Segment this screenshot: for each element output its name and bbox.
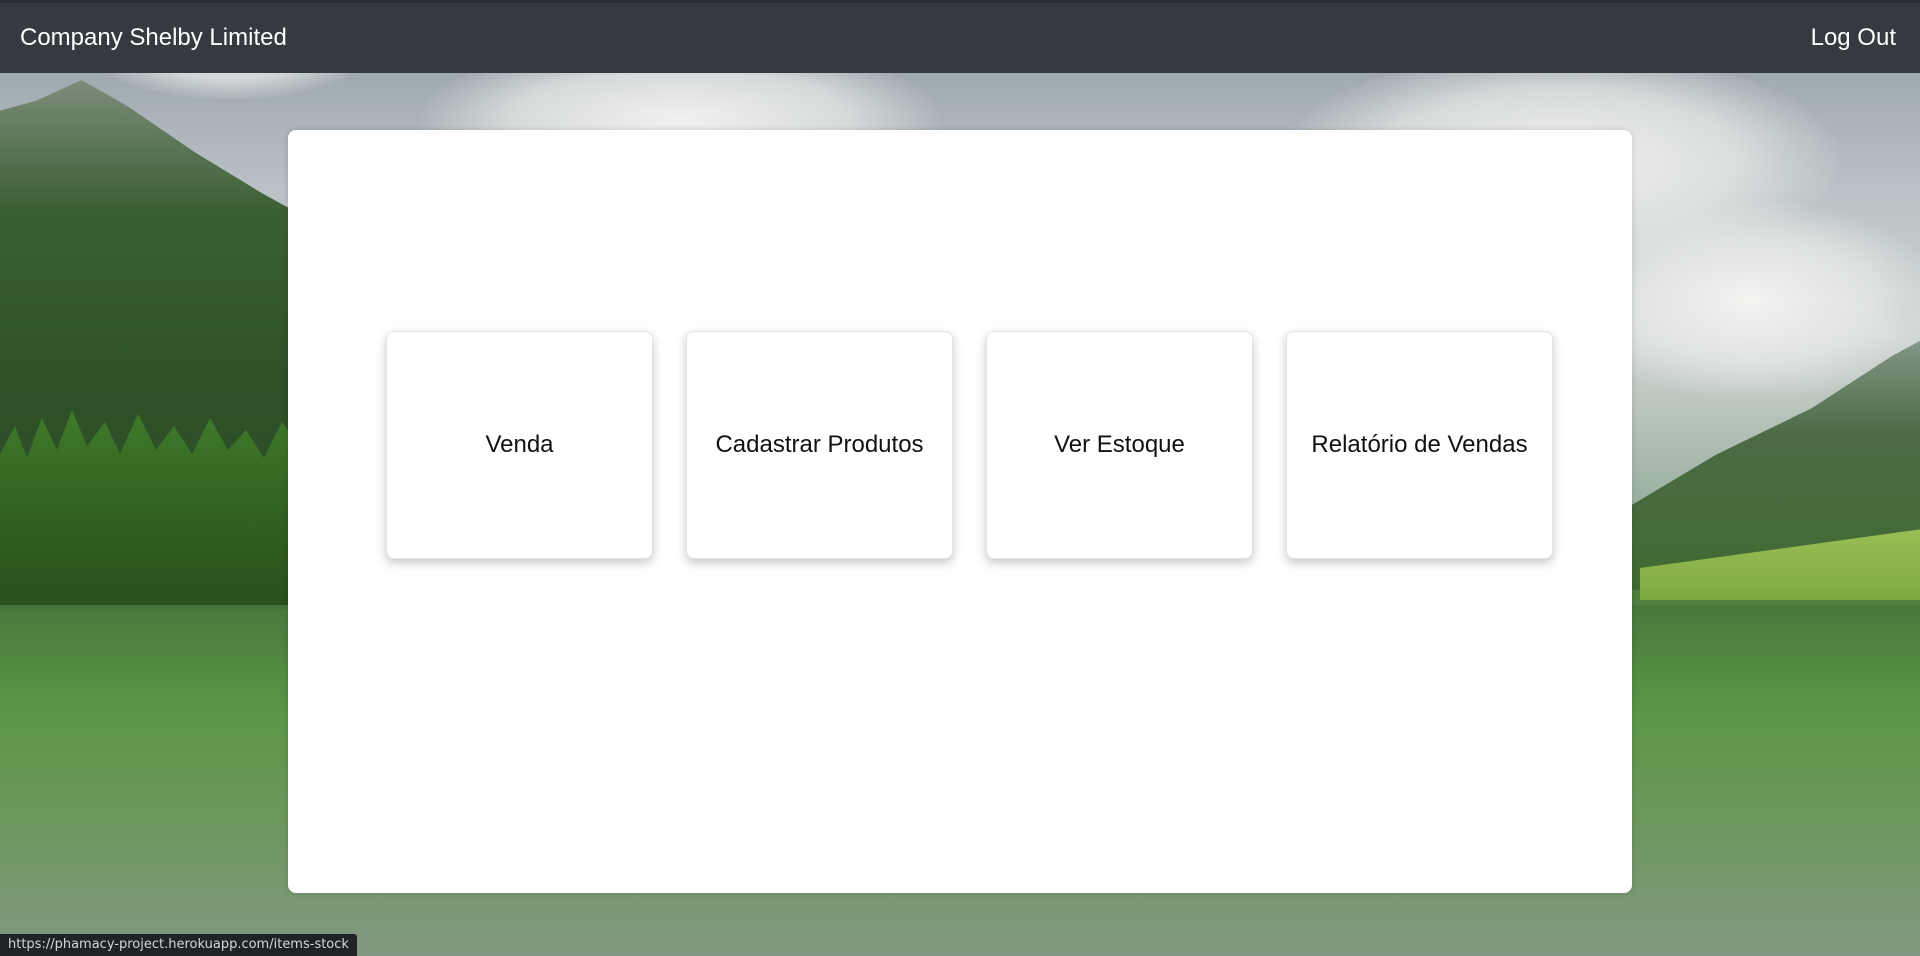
main-panel: Venda Cadastrar Produtos Ver Estoque Rel…	[288, 130, 1632, 893]
card-label: Relatório de Vendas	[1311, 431, 1528, 458]
card-cadastrar-produtos[interactable]: Cadastrar Produtos	[686, 331, 953, 559]
card-label: Ver Estoque	[1054, 431, 1185, 458]
card-relatorio-de-vendas[interactable]: Relatório de Vendas	[1286, 331, 1553, 559]
logout-link[interactable]: Log Out	[1811, 24, 1896, 52]
menu-cards: Venda Cadastrar Produtos Ver Estoque Rel…	[386, 331, 1553, 559]
card-label: Cadastrar Produtos	[715, 431, 924, 458]
card-venda[interactable]: Venda	[386, 331, 653, 559]
status-bar-url: https://phamacy-project.herokuapp.com/it…	[0, 934, 357, 956]
top-navbar: Company Shelby Limited Log Out	[0, 0, 1920, 73]
brand-link[interactable]: Company Shelby Limited	[20, 24, 287, 52]
card-ver-estoque[interactable]: Ver Estoque	[986, 331, 1253, 559]
card-label: Venda	[485, 431, 554, 458]
